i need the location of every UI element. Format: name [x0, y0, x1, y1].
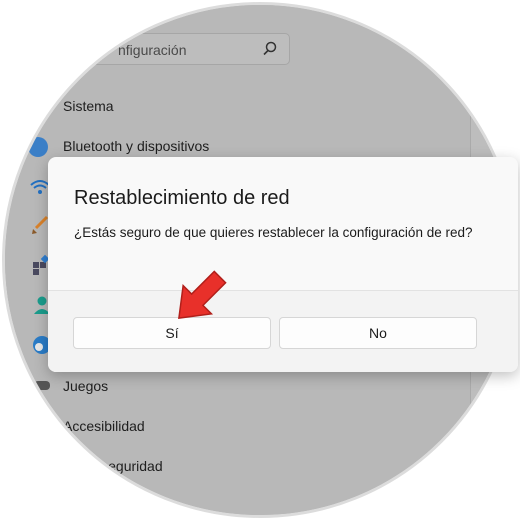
- reset-network-dialog: Restablecimiento de red ¿Estás seguro de…: [48, 157, 518, 372]
- bluetooth-icon: [28, 137, 48, 157]
- search-input[interactable]: nfiguración: [118, 42, 187, 58]
- red-arrow-icon: [178, 270, 227, 319]
- gamepad-icon: [34, 381, 50, 390]
- search-icon[interactable]: [261, 40, 279, 58]
- dialog-footer: Sí No: [48, 290, 518, 372]
- sidebar-item-bluetooth[interactable]: Bluetooth y dispositivos: [63, 138, 209, 154]
- sidebar-item-juegos[interactable]: Juegos: [63, 378, 108, 394]
- search-box[interactable]: nfiguración: [65, 33, 290, 65]
- dialog-title: Restablecimiento de red: [74, 187, 290, 209]
- sidebar-item-privacidad[interactable]: dad y seguridad: [63, 458, 163, 474]
- sidebar-item-sistema[interactable]: Sistema: [63, 98, 114, 114]
- sidebar-item-accesibilidad[interactable]: Accesibilidad: [63, 418, 145, 434]
- dialog-message: ¿Estás seguro de que quieres restablecer…: [74, 225, 473, 240]
- content-card: [488, 115, 515, 141]
- no-button[interactable]: No: [279, 317, 477, 349]
